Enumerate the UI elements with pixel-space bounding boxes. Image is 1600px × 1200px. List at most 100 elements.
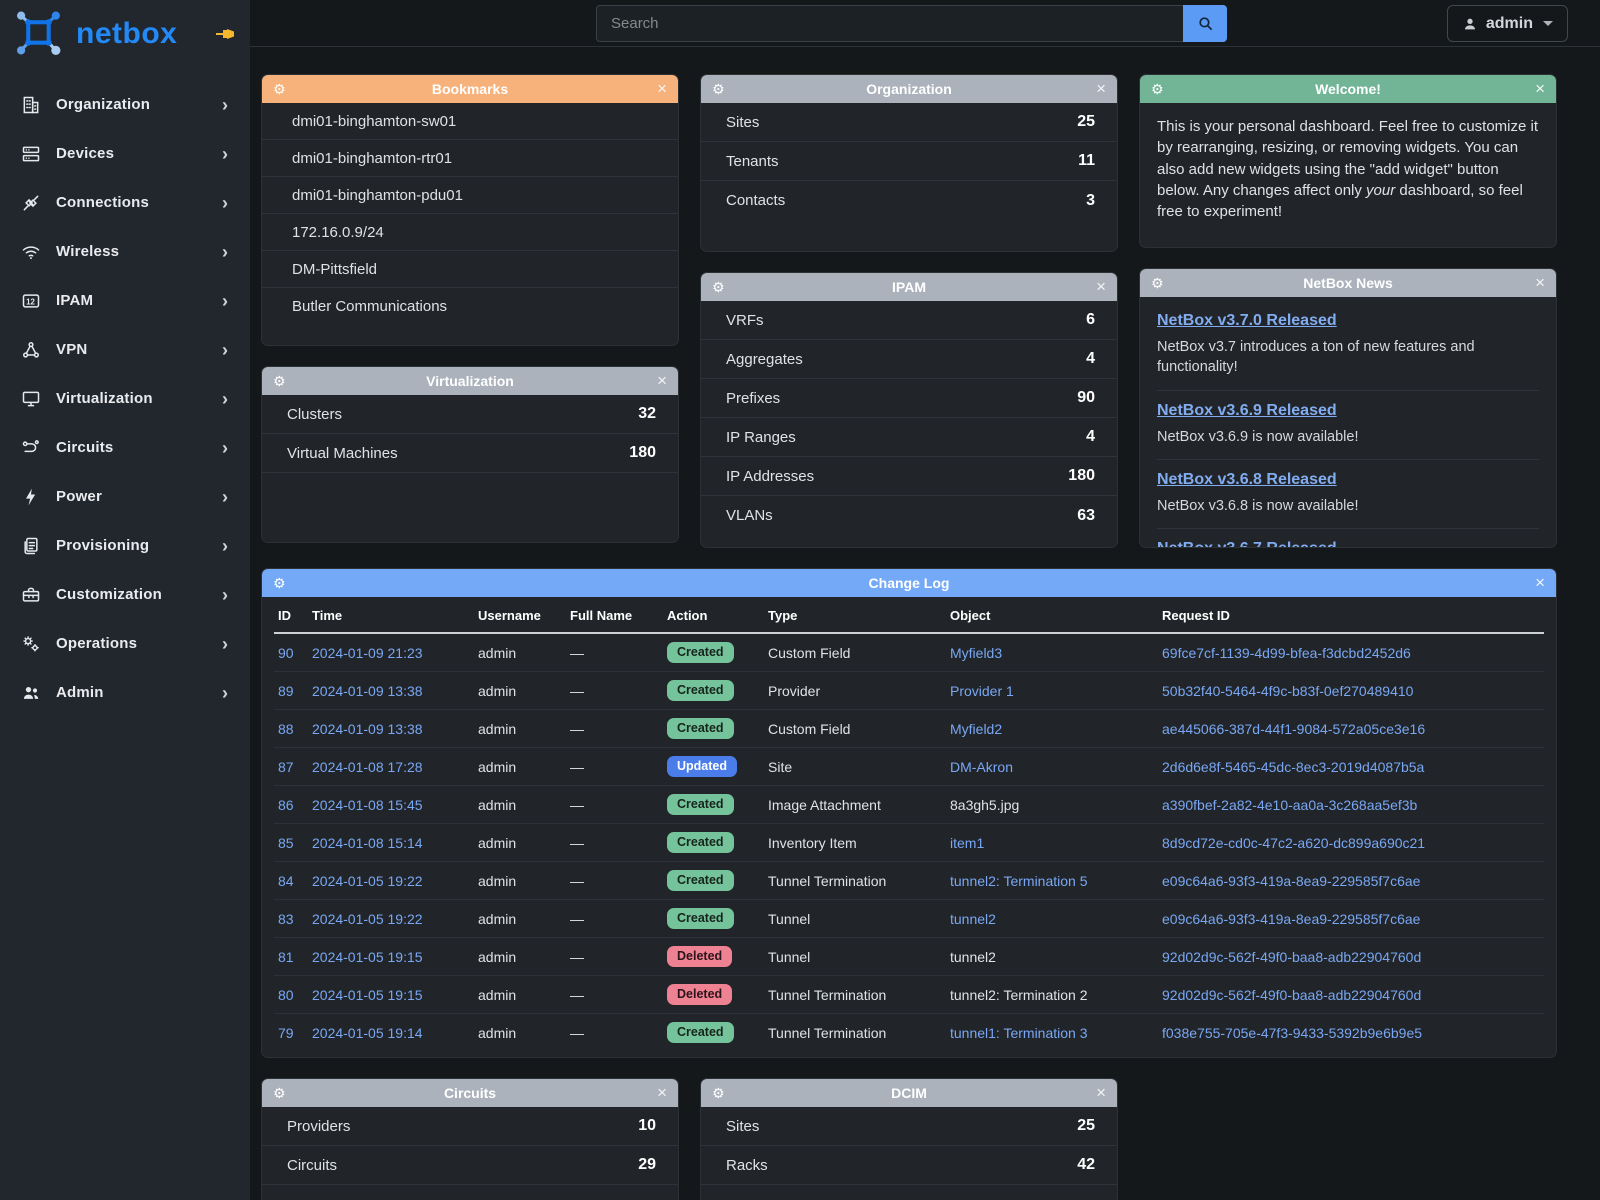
changelog-request-id-link[interactable]: 2d6d6e8f-5465-45dc-8ec3-2019d4087b5a bbox=[1162, 759, 1424, 775]
stat-row[interactable]: Circuits 29 bbox=[262, 1146, 678, 1185]
changelog-time-link[interactable]: 2024-01-08 17:28 bbox=[312, 759, 423, 775]
sidebar-item-operations[interactable]: Operations › bbox=[0, 619, 250, 668]
stat-row[interactable]: Contacts 3 bbox=[701, 181, 1117, 220]
gear-icon[interactable]: ⚙ bbox=[1151, 75, 1164, 103]
close-icon[interactable]: × bbox=[1535, 75, 1545, 103]
stat-row[interactable]: Virtual Machines 180 bbox=[262, 434, 678, 473]
gear-icon[interactable]: ⚙ bbox=[712, 75, 725, 103]
changelog-id-link[interactable]: 87 bbox=[278, 759, 294, 775]
changelog-time-link[interactable]: 2024-01-08 15:14 bbox=[312, 835, 423, 851]
bookmark-item[interactable]: 172.16.0.9/24 bbox=[262, 214, 678, 251]
changelog-object-link[interactable]: tunnel1: Termination 3 bbox=[950, 1025, 1088, 1041]
news-headline-link[interactable]: NetBox v3.6.8 Released bbox=[1157, 471, 1337, 488]
stat-row[interactable]: VRFs 6 bbox=[701, 301, 1117, 340]
sidebar-item-virtualization[interactable]: Virtualization › bbox=[0, 374, 250, 423]
gear-icon[interactable]: ⚙ bbox=[1151, 269, 1164, 297]
news-headline-link[interactable]: NetBox v3.6.9 Released bbox=[1157, 402, 1337, 419]
sidebar-item-vpn[interactable]: VPN › bbox=[0, 325, 250, 374]
bookmark-item[interactable]: dmi01-binghamton-rtr01 bbox=[262, 140, 678, 177]
changelog-id-link[interactable]: 81 bbox=[278, 949, 294, 965]
close-icon[interactable]: × bbox=[657, 367, 667, 395]
stat-row[interactable]: Providers 10 bbox=[262, 1107, 678, 1146]
changelog-request-id-link[interactable]: 8d9cd72e-cd0c-47c2-a620-dc899a690c21 bbox=[1162, 835, 1425, 851]
changelog-time-link[interactable]: 2024-01-08 15:45 bbox=[312, 797, 423, 813]
changelog-time-link[interactable]: 2024-01-09 13:38 bbox=[312, 721, 423, 737]
changelog-time-link[interactable]: 2024-01-05 19:15 bbox=[312, 949, 423, 965]
changelog-id-link[interactable]: 84 bbox=[278, 873, 294, 889]
changelog-object-link[interactable]: tunnel2: Termination 5 bbox=[950, 873, 1088, 889]
gear-icon[interactable]: ⚙ bbox=[712, 273, 725, 301]
changelog-request-id-link[interactable]: ae445066-387d-44f1-9084-572a05ce3e16 bbox=[1162, 721, 1425, 737]
sidebar-item-devices[interactable]: Devices › bbox=[0, 129, 250, 178]
changelog-time-link[interactable]: 2024-01-05 19:15 bbox=[312, 987, 423, 1003]
sidebar-item-organization[interactable]: Organization › bbox=[0, 80, 250, 129]
bookmark-item[interactable]: DM-Pittsfield bbox=[262, 251, 678, 288]
changelog-request-id-link[interactable]: f038e755-705e-47f3-9433-5392b9e6b9e5 bbox=[1162, 1025, 1422, 1041]
search-input[interactable] bbox=[596, 5, 1183, 42]
close-icon[interactable]: × bbox=[657, 75, 667, 103]
changelog-id-link[interactable]: 85 bbox=[278, 835, 294, 851]
changelog-object-link[interactable]: tunnel2 bbox=[950, 911, 996, 927]
sidebar-item-wireless[interactable]: Wireless › bbox=[0, 227, 250, 276]
changelog-time-link[interactable]: 2024-01-05 19:22 bbox=[312, 911, 423, 927]
changelog-request-id-link[interactable]: e09c64a6-93f3-419a-8ea9-229585f7c6ae bbox=[1162, 911, 1420, 927]
stat-row[interactable]: Prefixes 90 bbox=[701, 379, 1117, 418]
changelog-id-link[interactable]: 86 bbox=[278, 797, 294, 813]
bookmark-item[interactable]: Butler Communications bbox=[262, 288, 678, 325]
sidebar-item-power[interactable]: Power › bbox=[0, 472, 250, 521]
sidebar-item-circuits[interactable]: Circuits › bbox=[0, 423, 250, 472]
changelog-object-link[interactable]: Myfield3 bbox=[950, 645, 1002, 661]
changelog-request-id-link[interactable]: e09c64a6-93f3-419a-8ea9-229585f7c6ae bbox=[1162, 873, 1420, 889]
stat-row[interactable]: Clusters 32 bbox=[262, 395, 678, 434]
bookmark-item[interactable]: dmi01-binghamton-sw01 bbox=[262, 103, 678, 140]
news-headline-link[interactable]: NetBox v3.6.7 Released bbox=[1157, 540, 1337, 548]
bookmark-item[interactable]: dmi01-binghamton-pdu01 bbox=[262, 177, 678, 214]
changelog-request-id-link[interactable]: 50b32f40-5464-4f9c-b83f-0ef270489410 bbox=[1162, 683, 1413, 699]
changelog-request-id-link[interactable]: 92d02d9c-562f-49f0-baa8-adb22904760d bbox=[1162, 987, 1421, 1003]
search-button[interactable] bbox=[1183, 5, 1227, 42]
close-icon[interactable]: × bbox=[1096, 1079, 1106, 1107]
changelog-time-link[interactable]: 2024-01-09 21:23 bbox=[312, 645, 423, 661]
changelog-time-link[interactable]: 2024-01-09 13:38 bbox=[312, 683, 423, 699]
stat-row[interactable]: VLANs 63 bbox=[701, 496, 1117, 535]
changelog-request-id-link[interactable]: 92d02d9c-562f-49f0-baa8-adb22904760d bbox=[1162, 949, 1421, 965]
changelog-object-link[interactable]: Provider 1 bbox=[950, 683, 1014, 699]
close-icon[interactable]: × bbox=[1096, 273, 1106, 301]
changelog-id-link[interactable]: 88 bbox=[278, 721, 294, 737]
stat-row[interactable]: Aggregates 4 bbox=[701, 340, 1117, 379]
pin-icon[interactable] bbox=[214, 25, 236, 43]
news-headline-link[interactable]: NetBox v3.7.0 Released bbox=[1157, 312, 1337, 329]
stat-row[interactable]: IP Addresses 180 bbox=[701, 457, 1117, 496]
sidebar-item-customization[interactable]: Customization › bbox=[0, 570, 250, 619]
changelog-time-link[interactable]: 2024-01-05 19:22 bbox=[312, 873, 423, 889]
changelog-object-link[interactable]: Myfield2 bbox=[950, 721, 1002, 737]
gear-icon[interactable]: ⚙ bbox=[273, 569, 286, 597]
gear-icon[interactable]: ⚙ bbox=[712, 1079, 725, 1107]
stat-row[interactable]: IP Ranges 4 bbox=[701, 418, 1117, 457]
changelog-object-link[interactable]: item1 bbox=[950, 835, 984, 851]
gear-icon[interactable]: ⚙ bbox=[273, 367, 286, 395]
changelog-request-id-link[interactable]: 69fce7cf-1139-4d99-bfea-f3dcbd2452d6 bbox=[1162, 645, 1411, 661]
close-icon[interactable]: × bbox=[1535, 569, 1545, 597]
close-icon[interactable]: × bbox=[1096, 75, 1106, 103]
changelog-request-id-link[interactable]: a390fbef-2a82-4e10-aa0a-3c268aa5ef3b bbox=[1162, 797, 1417, 813]
changelog-id-link[interactable]: 79 bbox=[278, 1025, 294, 1041]
sidebar-item-connections[interactable]: Connections › bbox=[0, 178, 250, 227]
gear-icon[interactable]: ⚙ bbox=[273, 75, 286, 103]
sidebar-item-ipam[interactable]: 12 IPAM › bbox=[0, 276, 250, 325]
brand[interactable]: netbox bbox=[0, 0, 250, 66]
stat-row[interactable]: Tenants 11 bbox=[701, 142, 1117, 181]
stat-row[interactable]: Racks 42 bbox=[701, 1146, 1117, 1185]
changelog-id-link[interactable]: 90 bbox=[278, 645, 294, 661]
sidebar-item-provisioning[interactable]: Provisioning › bbox=[0, 521, 250, 570]
gear-icon[interactable]: ⚙ bbox=[273, 1079, 286, 1107]
changelog-time-link[interactable]: 2024-01-05 19:14 bbox=[312, 1025, 423, 1041]
stat-row[interactable]: Sites 25 bbox=[701, 103, 1117, 142]
close-icon[interactable]: × bbox=[1535, 269, 1545, 297]
changelog-id-link[interactable]: 80 bbox=[278, 987, 294, 1003]
sidebar-item-admin[interactable]: Admin › bbox=[0, 668, 250, 717]
changelog-id-link[interactable]: 83 bbox=[278, 911, 294, 927]
changelog-id-link[interactable]: 89 bbox=[278, 683, 294, 699]
close-icon[interactable]: × bbox=[657, 1079, 667, 1107]
stat-row[interactable]: Sites 25 bbox=[701, 1107, 1117, 1146]
